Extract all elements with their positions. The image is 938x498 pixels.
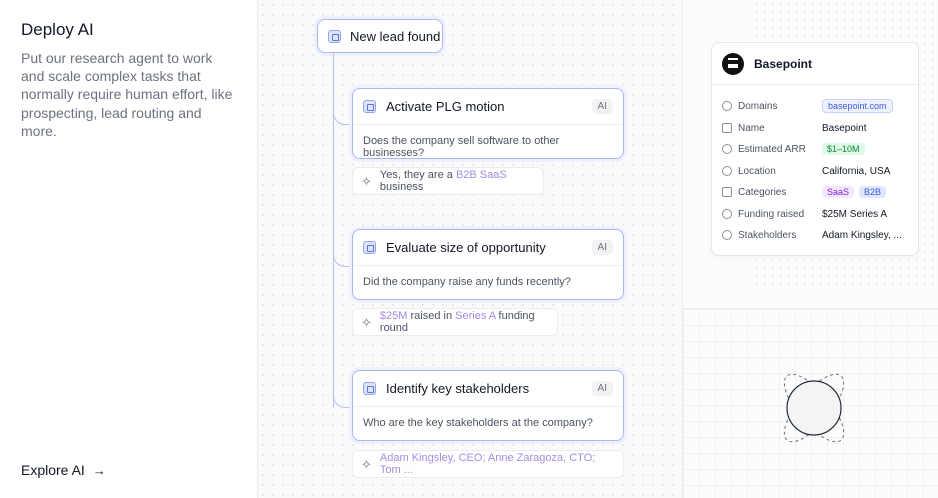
arrow-right-icon: →: [92, 462, 106, 478]
section-description: Put our research agent to work and scale…: [21, 50, 233, 139]
field-location: Location California, USA: [722, 163, 890, 179]
step-question: Does the company sell software to other …: [363, 135, 560, 159]
answer-text: business: [379, 181, 424, 193]
field-categories: Categories SaaS B2B: [722, 184, 891, 200]
workflow-node-icon: [363, 241, 376, 254]
field-value: Basepoint: [822, 122, 867, 134]
field-arr: Estimated ARR $1–10M: [722, 141, 870, 157]
field-value: Adam Kingsley, ...: [822, 229, 902, 241]
step-answer: ✧ Adam Kingsley, CEO; Anne Zaragoza, CTO…: [352, 450, 624, 478]
ai-badge: AI: [591, 240, 613, 255]
ai-badge: AI: [591, 99, 613, 114]
location-pin-icon: [722, 166, 732, 176]
workflow-step-card[interactable]: Identify key stakeholders AI Who are the…: [352, 370, 624, 441]
sparkle-icon: ✧: [361, 314, 372, 330]
field-label: Domains: [738, 100, 778, 112]
trigger-label: New lead found: [350, 28, 441, 44]
category-icon: [722, 187, 732, 197]
workflow-step-card[interactable]: Activate PLG motion AI Does the company …: [352, 88, 624, 159]
left-panel: Deploy AI Put our research agent to work…: [0, 0, 257, 498]
sparkle-icon: ✧: [361, 173, 372, 189]
workflow-node-icon: [328, 29, 341, 43]
step-question: Did the company raise any funds recently…: [363, 276, 571, 288]
workflow-canvas: New lead found Activate PLG motion AI Do…: [257, 0, 683, 498]
dollar-icon: [722, 144, 732, 154]
category-badge: B2B: [859, 186, 887, 198]
field-label: Categories: [738, 186, 787, 198]
field-stakeholders: Stakeholders Adam Kingsley, ...: [722, 227, 902, 243]
explore-ai-link[interactable]: Explore AI →: [21, 462, 106, 478]
step-question: Who are the key stakeholders at the comp…: [363, 417, 593, 429]
globe-icon: [722, 101, 732, 111]
step-title: Evaluate size of opportunity: [386, 240, 546, 255]
dollar-icon: [722, 209, 732, 219]
step-title: Activate PLG motion: [386, 99, 505, 114]
basepoint-logo-icon: [722, 52, 744, 75]
section-title: Deploy AI: [21, 20, 94, 39]
company-card[interactable]: Basepoint Domains basepoint.com Name Bas…: [711, 42, 919, 256]
field-label: Location: [738, 165, 776, 177]
field-name: Name Basepoint: [722, 120, 866, 136]
connector-branch: [333, 247, 353, 267]
user-icon: [722, 230, 732, 240]
field-value: California, USA: [822, 165, 891, 177]
answer-highlight: Adam Kingsley, CEO; Anne Zaragoza, CTO; …: [379, 452, 596, 476]
field-label: Estimated ARR: [738, 143, 806, 155]
orbit-illustration-icon: [783, 373, 845, 443]
trigger-node[interactable]: New lead found: [317, 19, 443, 53]
connector-branch: [333, 105, 353, 125]
sparkle-icon: ✧: [361, 456, 372, 472]
answer-text: raised in: [407, 310, 456, 322]
field-domains: Domains basepoint.com: [722, 98, 898, 114]
explore-ai-label: Explore AI: [21, 462, 85, 478]
field-label: Name: [738, 122, 765, 134]
answer-text: Yes, they are a: [379, 169, 456, 181]
step-title: Identify key stakeholders: [386, 381, 530, 396]
field-value: $25M Series A: [822, 208, 888, 220]
step-answer: ✧ Yes, they are a B2B SaaS business: [352, 167, 544, 195]
category-badge: SaaS: [822, 186, 855, 198]
field-label: Funding raised: [738, 208, 805, 220]
answer-highlight: $25M: [379, 310, 408, 322]
ai-badge: AI: [591, 381, 613, 396]
workflow-node-icon: [363, 382, 376, 395]
workflow-step-card[interactable]: Evaluate size of opportunity AI Did the …: [352, 229, 624, 300]
domain-link[interactable]: basepoint.com: [822, 99, 893, 113]
company-name: Basepoint: [754, 56, 813, 71]
arr-badge: $1–10M: [822, 143, 865, 155]
answer-highlight: Series A: [455, 310, 496, 322]
workflow-node-icon: [363, 100, 376, 113]
id-card-icon: [722, 123, 732, 133]
answer-highlight: B2B SaaS: [455, 169, 507, 181]
field-funding: Funding raised $25M Series A: [722, 206, 887, 222]
right-panel: Basepoint Domains basepoint.com Name Bas…: [683, 0, 938, 498]
step-answer: ✧ $25M raised in Series A funding round: [352, 308, 558, 336]
field-label: Stakeholders: [738, 229, 797, 241]
connector-branch: [333, 388, 353, 408]
